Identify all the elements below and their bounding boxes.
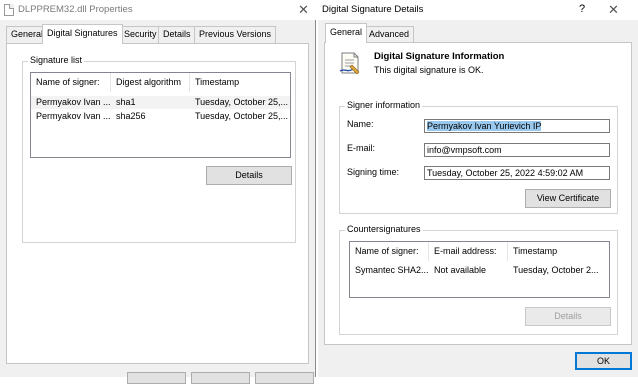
signer-cell: Permyakov Ivan ...	[36, 97, 111, 107]
table-row[interactable]: Permyakov Ivan ... sha1 Tuesday, October…	[31, 96, 290, 109]
timestamp-cell: Tuesday, October 25,...	[195, 111, 289, 121]
countersignatures-label: Countersignatures	[345, 224, 423, 234]
signature-list-label: Signature list	[28, 55, 85, 65]
properties-window: DLPPREM32.dll Properties ✕ General Digit…	[0, 0, 316, 384]
signature-list[interactable]: Name of signer: Digest algorithm Timesta…	[30, 72, 291, 158]
countersignature-list[interactable]: Name of signer: E-mail address: Timestam…	[349, 241, 610, 298]
properties-window-title: DLPPREM32.dll Properties	[18, 4, 133, 15]
signer-cell: Symantec SHA2...	[355, 265, 429, 275]
timestamp-cell: Tuesday, October 2...	[513, 265, 599, 275]
signer-information-group: Signer information Name: Permyakov Ivan …	[339, 100, 618, 214]
signer-cell: Permyakov Ivan ...	[36, 111, 111, 121]
close-icon[interactable]: ✕	[298, 3, 309, 16]
signature-list-header: Name of signer: Digest algorithm Timesta…	[31, 73, 290, 92]
column-header-timestamp[interactable]: Timestamp	[190, 73, 290, 92]
countersignature-list-header: Name of signer: E-mail address: Timestam…	[350, 242, 609, 261]
column-header-email[interactable]: E-mail address:	[429, 242, 508, 261]
table-row[interactable]: Symantec SHA2... Not available Tuesday, …	[350, 264, 609, 277]
column-header-digest[interactable]: Digest algorithm	[111, 73, 190, 92]
details-button[interactable]: Details	[206, 166, 292, 185]
column-header-signer[interactable]: Name of signer:	[31, 73, 111, 92]
countersignatures-group: Countersignatures Name of signer: E-mail…	[339, 224, 618, 335]
column-header-timestamp[interactable]: Timestamp	[508, 242, 609, 261]
signer-information-label: Signer information	[345, 100, 423, 110]
digest-cell: sha256	[116, 111, 146, 121]
signature-details-title: Digital Signature Details	[322, 4, 424, 15]
email-cell: Not available	[434, 265, 487, 275]
signing-time-label: Signing time:	[347, 167, 400, 177]
countersignature-details-button[interactable]: Details	[525, 307, 611, 326]
table-row[interactable]: Permyakov Ivan ... sha256 Tuesday, Octob…	[31, 110, 290, 123]
help-icon[interactable]: ?	[579, 3, 585, 15]
tab-general[interactable]: General	[325, 23, 368, 43]
column-header-signer[interactable]: Name of signer:	[350, 242, 429, 261]
email-field[interactable]: info@vmpsoft.com	[424, 143, 610, 157]
digest-cell: sha1	[116, 97, 136, 107]
email-label: E-mail:	[347, 143, 376, 153]
signature-info-heading: Digital Signature Information	[374, 51, 505, 62]
name-label: Name:	[347, 119, 374, 129]
bottom-button-3[interactable]	[255, 372, 314, 384]
tab-security[interactable]: Security	[119, 26, 162, 43]
name-field[interactable]: Permyakov Ivan Yurievich IP	[424, 119, 610, 133]
properties-titlebar: DLPPREM32.dll Properties ✕	[0, 0, 316, 20]
signature-list-group: Signature list Name of signer: Digest al…	[22, 55, 296, 243]
tab-advanced[interactable]: Advanced	[364, 26, 415, 43]
timestamp-cell: Tuesday, October 25,...	[195, 97, 289, 107]
ok-button[interactable]: OK	[575, 352, 632, 370]
tab-previous-versions[interactable]: Previous Versions	[194, 26, 277, 43]
signature-status-text: This digital signature is OK.	[374, 65, 484, 75]
view-certificate-button[interactable]: View Certificate	[525, 189, 611, 208]
bottom-button-2[interactable]	[191, 372, 250, 384]
close-icon[interactable]: ✕	[608, 3, 619, 16]
tab-digital-signatures[interactable]: Digital Signatures	[42, 24, 123, 44]
signature-general-panel: Digital Signature Information This digit…	[324, 42, 632, 345]
signing-time-field[interactable]: Tuesday, October 25, 2022 4:59:02 AM	[424, 166, 610, 180]
tab-details[interactable]: Details	[158, 26, 196, 43]
bottom-button-1[interactable]	[127, 372, 186, 384]
digital-signatures-panel: Signature list Name of signer: Digest al…	[6, 43, 309, 364]
name-value: Permyakov Ivan Yurievich IP	[427, 121, 542, 131]
signature-details-titlebar: Digital Signature Details ? ✕	[318, 0, 638, 20]
file-icon	[4, 4, 14, 16]
certificate-icon	[339, 51, 361, 75]
signature-details-window: Digital Signature Details ? ✕ General Ad…	[318, 0, 638, 377]
